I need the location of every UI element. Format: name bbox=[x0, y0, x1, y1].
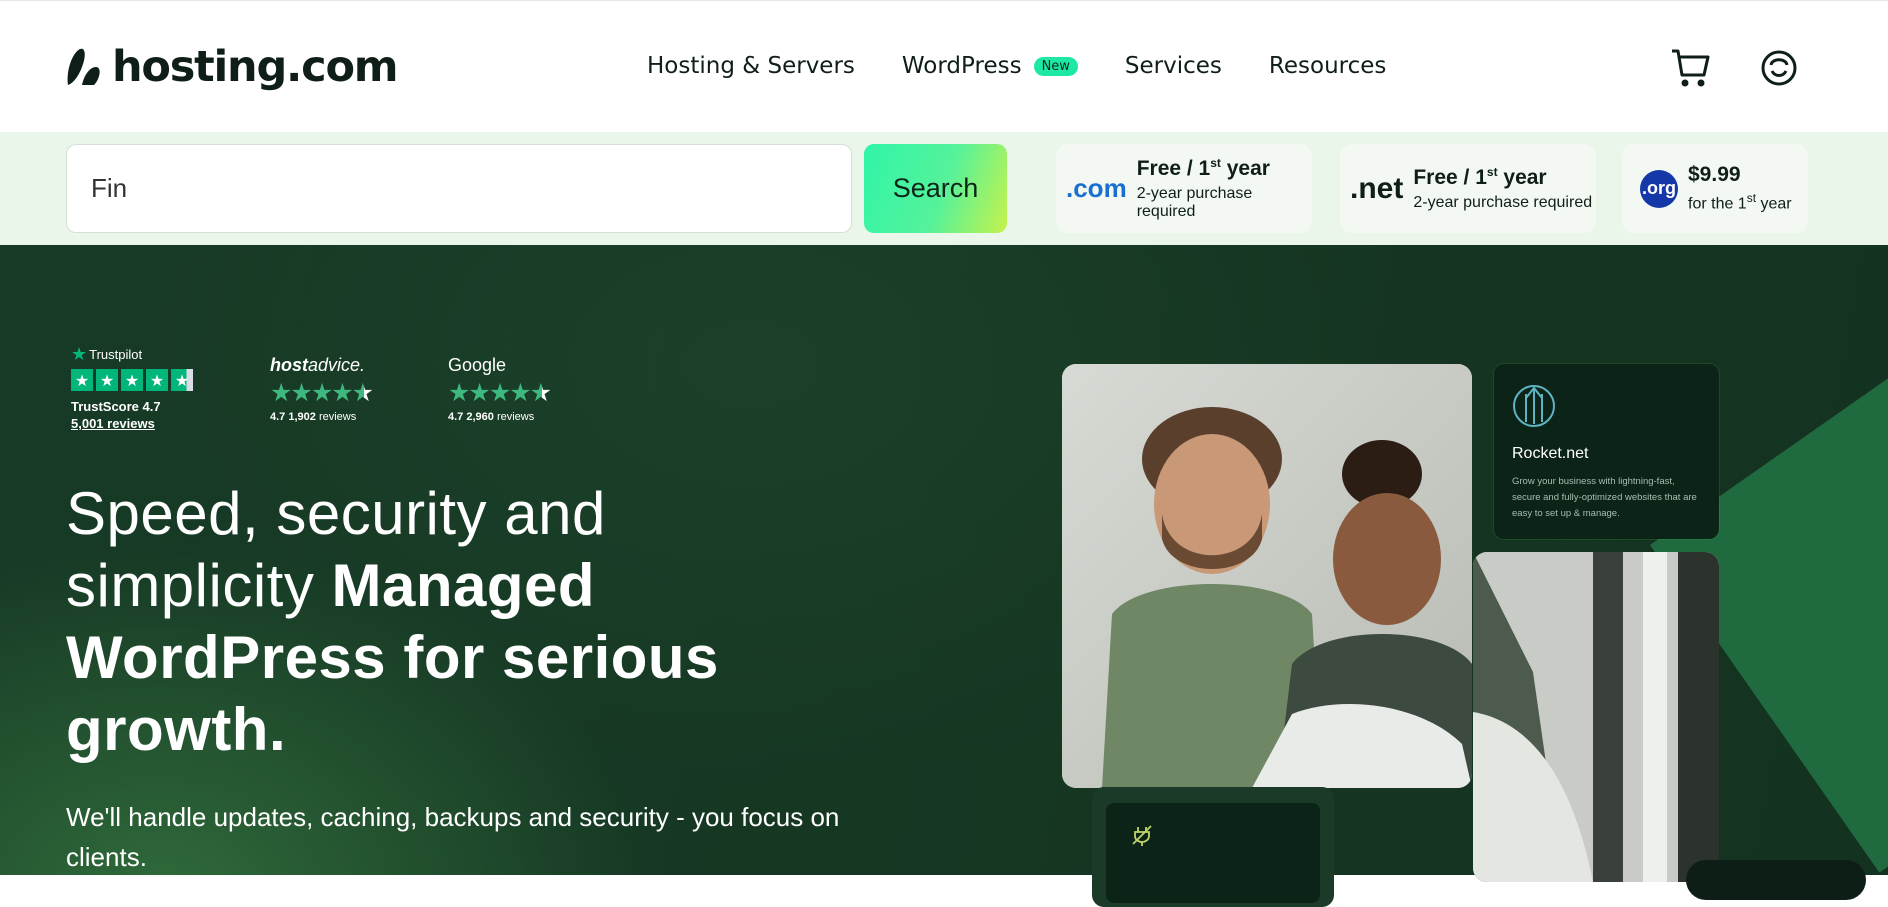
logo-mark-icon bbox=[67, 48, 100, 85]
feature-card-inner bbox=[1106, 803, 1320, 903]
tld-mark-net: .net bbox=[1350, 171, 1404, 205]
tld-title: Free / 1st year bbox=[1413, 165, 1547, 189]
hero-headline: Speed, security and simplicity Managed W… bbox=[66, 480, 719, 763]
nav-item-wordpress[interactable]: WordPress New bbox=[902, 53, 1078, 79]
nav-item-resources[interactable]: Resources bbox=[1269, 53, 1386, 79]
hero-subheadline: We'll handle updates, caching, backups a… bbox=[66, 802, 840, 872]
hostadvice-rating[interactable]: hostadvice. ★★★★★ 4.7 1,902 reviews bbox=[270, 355, 374, 423]
tld-offer-com[interactable]: .com Free / 1st year 2-year purchase req… bbox=[1056, 144, 1312, 233]
rocket-net-description: Grow your business with lightning-fast, … bbox=[1512, 476, 1697, 519]
trustpilot-reviews-link[interactable]: 5,001 reviews bbox=[71, 416, 196, 431]
user-icon[interactable] bbox=[1760, 49, 1798, 87]
rocket-net-title: Rocket.net bbox=[1512, 445, 1589, 462]
google-count: 4.7 2,960 reviews bbox=[448, 411, 535, 423]
star-icon: ★ bbox=[146, 369, 168, 391]
domain-search-band: Search .com Free / 1st year 2-year purch… bbox=[0, 132, 1888, 245]
tld-subtitle: 2-year purchase required bbox=[1413, 194, 1593, 211]
tld-offer-net[interactable]: .net Free / 1st year 2-year purchase req… bbox=[1340, 144, 1596, 233]
star-icon: ★ bbox=[171, 369, 193, 391]
trustpilot-stars: ★ ★ ★ ★ ★ bbox=[71, 369, 196, 391]
star-icon: ★ bbox=[96, 369, 118, 391]
logo[interactable]: hosting.com bbox=[64, 39, 399, 95]
nav-item-services[interactable]: Services bbox=[1125, 53, 1222, 79]
tld-title: Free / 1st year bbox=[1136, 156, 1270, 180]
star-icon: ★ bbox=[121, 369, 143, 391]
cart-icon[interactable] bbox=[1670, 45, 1710, 89]
plug-icon bbox=[1132, 825, 1152, 846]
chat-widget[interactable] bbox=[1686, 860, 1866, 900]
site-header: hosting.com Hosting & Servers WordPress … bbox=[0, 0, 1888, 132]
star-icon: ★ bbox=[71, 369, 93, 391]
rocket-net-card[interactable]: Rocket.net Grow your business with light… bbox=[1494, 364, 1719, 539]
tld-title: $9.99 bbox=[1688, 163, 1741, 187]
tld-subtitle: for the 1st year bbox=[1688, 191, 1792, 213]
feature-card-waf[interactable] bbox=[1092, 787, 1334, 907]
hostadvice-logo: hostadvice. bbox=[270, 355, 366, 375]
trustscore: TrustScore 4.7 bbox=[71, 399, 161, 414]
tld-subtitle: 2-year purchase required bbox=[1136, 185, 1253, 220]
tld-mark-com: .com bbox=[1066, 173, 1127, 203]
trustpilot-star-icon: ★ bbox=[71, 344, 88, 364]
nav-item-hosting-servers[interactable]: Hosting & Servers bbox=[647, 53, 855, 79]
google-rating[interactable]: Google ★★★★★ 4.7 2,960 reviews bbox=[448, 355, 552, 423]
nav-item-label: WordPress bbox=[901, 53, 1022, 79]
trustpilot-rating[interactable]: ★ Trustpilot ★ ★ ★ ★ ★ TrustScore 4.7 5,… bbox=[71, 344, 196, 431]
nav-item-label: Resources bbox=[1268, 53, 1387, 79]
google-stars: ★★★★★ bbox=[448, 378, 552, 407]
tld-mark-org: .org bbox=[1640, 169, 1678, 208]
hostadvice-stars: ★★★★★ bbox=[270, 378, 374, 407]
rocket-logo-icon bbox=[1513, 385, 1555, 427]
domain-search-input[interactable] bbox=[66, 144, 852, 233]
search-button[interactable]: Search bbox=[864, 144, 1007, 233]
trustpilot-name: Trustpilot bbox=[89, 347, 143, 362]
nav-item-label: Services bbox=[1124, 53, 1222, 79]
main-nav: Hosting & Servers WordPress New Services… bbox=[647, 53, 1433, 79]
new-badge: New bbox=[1033, 56, 1078, 76]
tld-offer-org[interactable]: .org $9.99 for the 1st year bbox=[1622, 144, 1808, 233]
logo-text: hosting.com bbox=[112, 42, 399, 92]
hero-photo-office bbox=[1473, 552, 1719, 882]
nav-item-label: Hosting & Servers bbox=[647, 53, 855, 79]
google-logo: Google bbox=[448, 355, 507, 375]
hostadvice-count: 4.7 1,902 reviews bbox=[270, 411, 357, 423]
hero-photo-people bbox=[1062, 364, 1472, 788]
